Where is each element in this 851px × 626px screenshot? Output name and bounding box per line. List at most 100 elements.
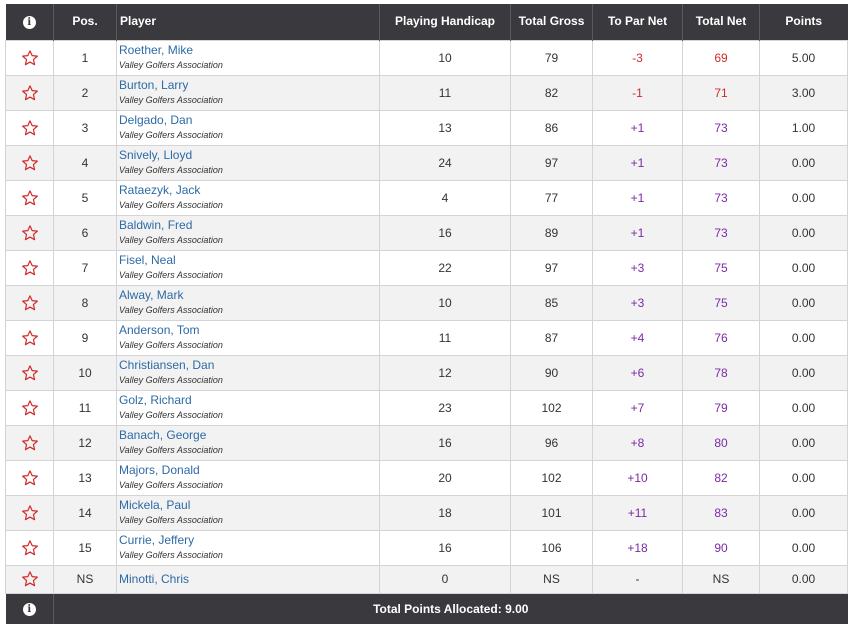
favorite-toggle[interactable] [5, 459, 54, 496]
star-icon[interactable] [21, 119, 39, 137]
star-icon[interactable] [21, 399, 39, 417]
net-cell: 73 [682, 109, 760, 146]
star-icon[interactable] [21, 259, 39, 277]
player-name-link[interactable]: Alway, Mark [119, 288, 379, 303]
favorite-toggle[interactable] [5, 144, 54, 181]
header-player[interactable]: Player [116, 4, 380, 40]
player-name-link[interactable]: Fisel, Neal [119, 253, 379, 268]
star-icon[interactable] [21, 49, 39, 67]
position-cell: 6 [53, 214, 117, 251]
header-net[interactable]: Total Net [682, 4, 760, 40]
player-cell: Baldwin, Fred Valley Golfers Association [116, 214, 380, 251]
player-association: Valley Golfers Association [119, 59, 223, 70]
player-name-link[interactable]: Burton, Larry [119, 78, 379, 93]
player-name-link[interactable]: Mickela, Paul [119, 498, 379, 513]
player-name-link[interactable]: Minotti, Chris [119, 572, 379, 587]
handicap-cell: 16 [379, 424, 511, 461]
handicap-cell: 11 [379, 74, 511, 111]
favorite-toggle[interactable] [5, 564, 54, 594]
favorite-toggle[interactable] [5, 39, 54, 76]
header-handicap[interactable]: Playing Handicap [379, 4, 511, 40]
net-cell: 71 [682, 74, 760, 111]
position-cell: 7 [53, 249, 117, 286]
player-name-link[interactable]: Golz, Richard [119, 393, 379, 408]
player-name-link[interactable]: Delgado, Dan [119, 113, 379, 128]
topar-cell: +4 [592, 319, 683, 356]
favorite-toggle[interactable] [5, 74, 54, 111]
handicap-cell: 4 [379, 179, 511, 216]
position-cell: 1 [53, 39, 117, 76]
header-info[interactable]: i [5, 4, 54, 40]
star-icon[interactable] [21, 84, 39, 102]
favorite-toggle[interactable] [5, 319, 54, 356]
player-name-link[interactable]: Currie, Jeffery [119, 533, 379, 548]
info-icon[interactable]: i [22, 16, 36, 30]
player-association: Valley Golfers Association [119, 234, 223, 245]
points-cell: 0.00 [759, 354, 848, 391]
favorite-toggle[interactable] [5, 424, 54, 461]
star-icon[interactable] [21, 364, 39, 382]
star-icon[interactable] [21, 434, 39, 452]
star-icon[interactable] [21, 189, 39, 207]
star-icon[interactable] [21, 570, 39, 588]
gross-cell: 102 [510, 389, 593, 426]
handicap-cell: 24 [379, 144, 511, 181]
net-cell: 75 [682, 284, 760, 321]
gross-cell: 86 [510, 109, 593, 146]
player-name-link[interactable]: Rataezyk, Jack [119, 183, 379, 198]
topar-cell: +1 [592, 109, 683, 146]
topar-cell: +1 [592, 179, 683, 216]
player-association: Valley Golfers Association [119, 409, 223, 420]
player-name-link[interactable]: Majors, Donald [119, 463, 379, 478]
star-icon[interactable] [21, 539, 39, 557]
gross-cell: NS [510, 564, 593, 594]
player-name-link[interactable]: Baldwin, Fred [119, 218, 379, 233]
favorite-toggle[interactable] [5, 214, 54, 251]
handicap-cell: 13 [379, 109, 511, 146]
player-cell: Burton, Larry Valley Golfers Association [116, 74, 380, 111]
points-cell: 0.00 [759, 214, 848, 251]
player-name-link[interactable]: Roether, Mike [119, 43, 379, 58]
favorite-toggle[interactable] [5, 284, 54, 321]
player-name-link[interactable]: Banach, George [119, 428, 379, 443]
table-row: 15 Currie, Jeffery Valley Golfers Associat… [5, 529, 848, 566]
player-name-link[interactable]: Anderson, Tom [119, 323, 379, 338]
position-cell: 13 [53, 459, 117, 496]
favorite-toggle[interactable] [5, 179, 54, 216]
gross-cell: 96 [510, 424, 593, 461]
header-pos[interactable]: Pos. [53, 4, 117, 40]
favorite-toggle[interactable] [5, 494, 54, 531]
player-association: Valley Golfers Association [119, 514, 223, 525]
favorite-toggle[interactable] [5, 249, 54, 286]
table-row: 7 Fisel, Neal Valley Golfers Association 22… [5, 249, 848, 286]
player-name-link[interactable]: Christiansen, Dan [119, 358, 379, 373]
player-name-link[interactable]: Snively, Lloyd [119, 148, 379, 163]
favorite-toggle[interactable] [5, 529, 54, 566]
points-cell: 0.00 [759, 529, 848, 566]
net-cell: 82 [682, 459, 760, 496]
info-icon[interactable]: i [22, 603, 36, 617]
player-cell: Majors, Donald Valley Golfers Association [116, 459, 380, 496]
header-topar[interactable]: To Par Net [592, 4, 683, 40]
star-icon[interactable] [21, 224, 39, 242]
favorite-toggle[interactable] [5, 109, 54, 146]
star-icon[interactable] [21, 294, 39, 312]
star-icon[interactable] [21, 154, 39, 172]
gross-cell: 102 [510, 459, 593, 496]
topar-cell: +3 [592, 284, 683, 321]
player-cell: Banach, George Valley Golfers Association [116, 424, 380, 461]
star-icon[interactable] [21, 329, 39, 347]
topar-cell: +18 [592, 529, 683, 566]
star-icon[interactable] [21, 504, 39, 522]
favorite-toggle[interactable] [5, 389, 54, 426]
header-gross[interactable]: Total Gross [510, 4, 593, 40]
header-points[interactable]: Points [759, 4, 848, 40]
player-cell: Anderson, Tom Valley Golfers Association [116, 319, 380, 356]
handicap-cell: 12 [379, 354, 511, 391]
leaderboard: i Pos. Player Playing Handicap Total Gro… [5, 4, 848, 624]
star-icon[interactable] [21, 469, 39, 487]
player-cell: Delgado, Dan Valley Golfers Association [116, 109, 380, 146]
player-cell: Mickela, Paul Valley Golfers Association [116, 494, 380, 531]
favorite-toggle[interactable] [5, 354, 54, 391]
footer-info[interactable]: i [5, 593, 54, 624]
